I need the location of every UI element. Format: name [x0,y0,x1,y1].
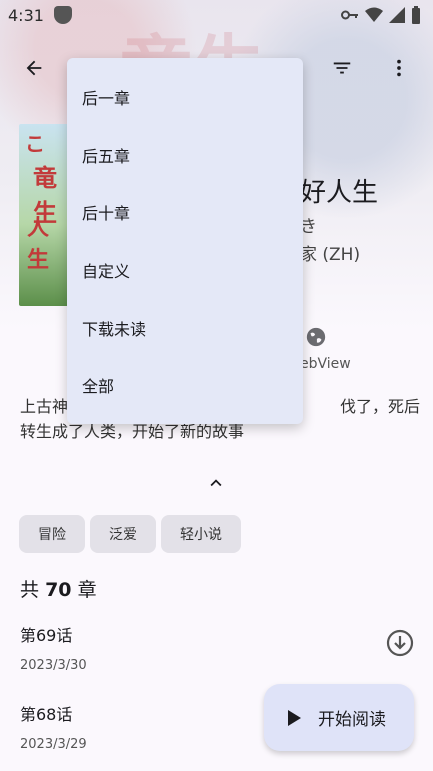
genre-tags: 冒险 泛爱 轻小说 [19,515,241,553]
chapter-count-suffix: 章 [77,579,97,601]
battery-icon [412,6,420,24]
play-icon [288,709,301,726]
manga-source: 家 (ZH) [300,245,361,265]
chapter-row[interactable]: 第69话 2023/3/30 [20,622,420,673]
download-icon [386,629,414,657]
chapter-date: 2023/3/30 [20,658,87,673]
genre-tag[interactable]: 轻小说 [161,515,241,553]
status-time: 4:31 [8,5,44,25]
wifi-icon [365,7,383,22]
filter-icon [333,62,351,74]
download-dropdown-menu: 后一章 后五章 后十章 自定义 下载未读 全部 [67,58,303,424]
signal-icon [389,7,405,23]
chapter-count-number: 70 [45,579,72,601]
status-bar: 4:31 [0,0,433,30]
cover-art-text: 人生 [27,215,50,273]
chapter-count-prefix: 共 [20,579,40,601]
menu-item-custom[interactable]: 自定义 [67,241,303,299]
menu-item-next-10[interactable]: 后十章 [67,183,303,241]
cover-art-text: こ [25,132,45,156]
start-reading-button[interactable]: 开始阅读 [264,684,414,751]
download-chapter-button[interactable] [385,628,415,662]
start-reading-label: 开始阅读 [318,710,386,730]
menu-item-unread[interactable]: 下载未读 [67,299,303,357]
genre-tag[interactable]: 冒险 [19,515,85,553]
more-options-button[interactable] [379,48,419,88]
filter-button[interactable] [322,48,362,88]
menu-item-next-5[interactable]: 后五章 [67,126,303,184]
menu-item-next-1[interactable]: 后一章 [67,68,303,126]
shield-icon [53,6,72,24]
manga-title: 好人生 [300,178,379,208]
expand-description-button[interactable] [205,472,227,498]
menu-item-all[interactable]: 全部 [67,356,303,414]
arrow-back-icon [26,60,42,76]
key-icon [341,10,358,20]
manga-cover[interactable]: こ 竜生 人生 [19,124,69,306]
chevron-up-icon [210,479,222,487]
chapter-count: 共 70 章 [20,575,97,602]
more-vert-icon [397,59,401,77]
back-button[interactable] [14,48,54,88]
webview-label[interactable]: ebView [300,356,351,372]
chapter-title: 第69话 [20,626,73,645]
genre-tag[interactable]: 泛爱 [90,515,156,553]
globe-icon[interactable] [305,326,327,348]
